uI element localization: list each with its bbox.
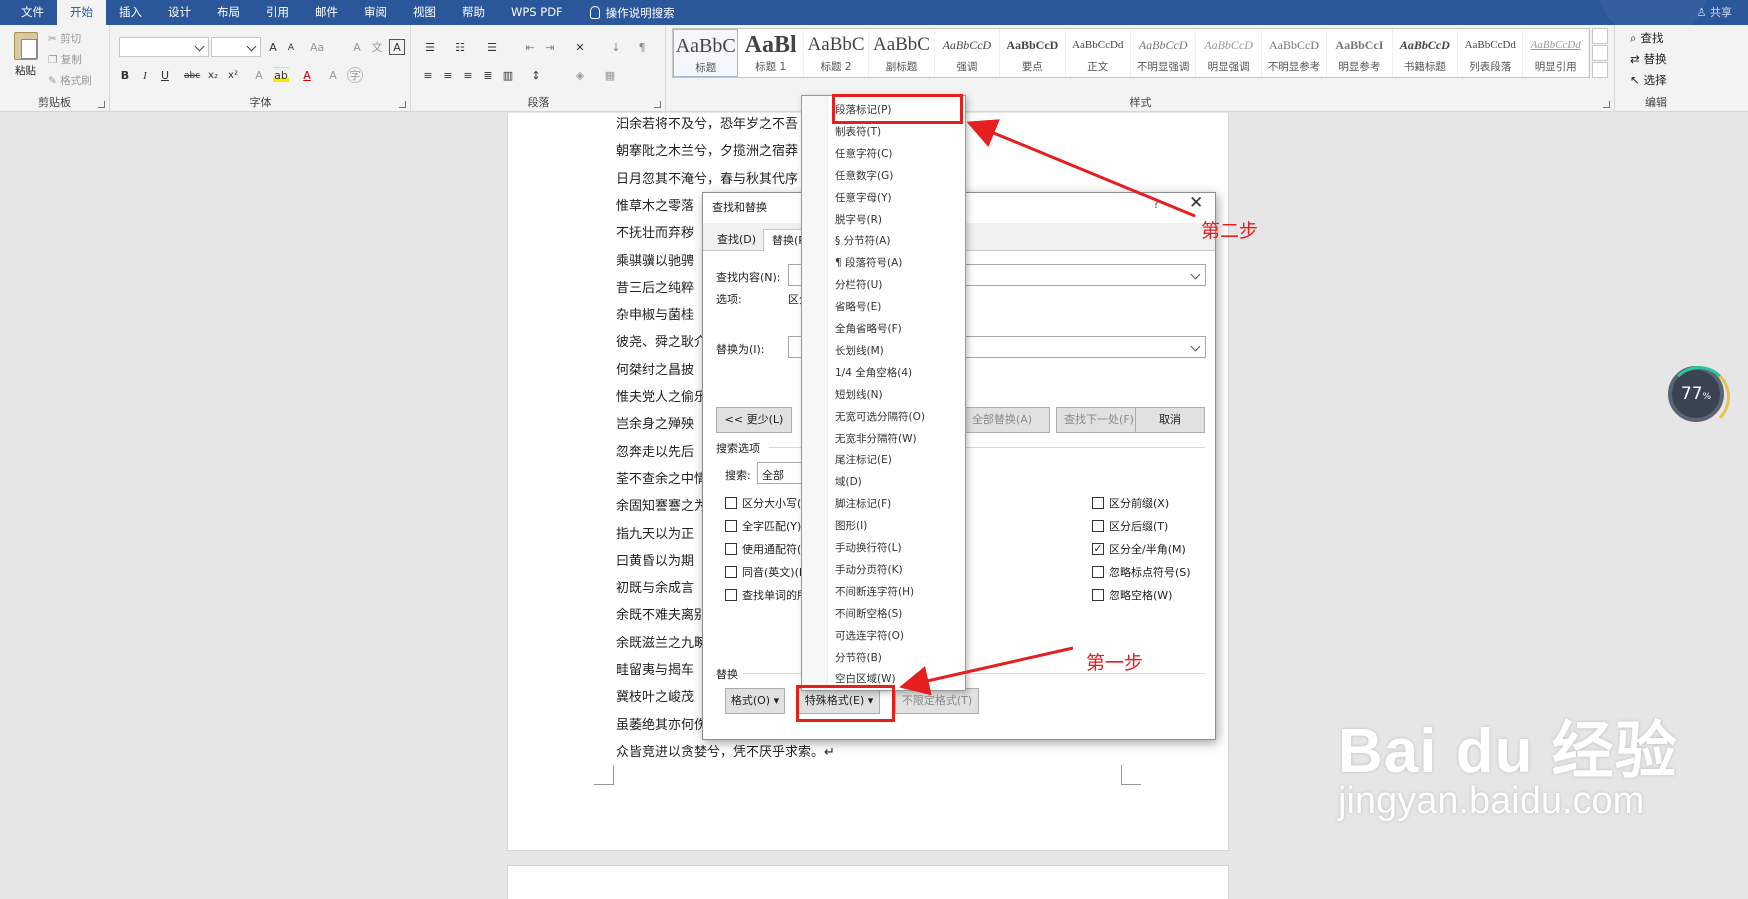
arrow-step2	[966, 119, 1196, 218]
arrow-step1	[899, 646, 1074, 696]
watermark-url: jingyan.baidu.com	[1338, 780, 1645, 822]
baidu-watermark: Bai du 经验 jingyan.baidu.com	[1338, 700, 1678, 823]
step1-label: 第一步	[1086, 652, 1144, 674]
watermark-logo: Bai du 经验	[1338, 717, 1678, 786]
step2-label: 第二步	[1201, 220, 1259, 242]
